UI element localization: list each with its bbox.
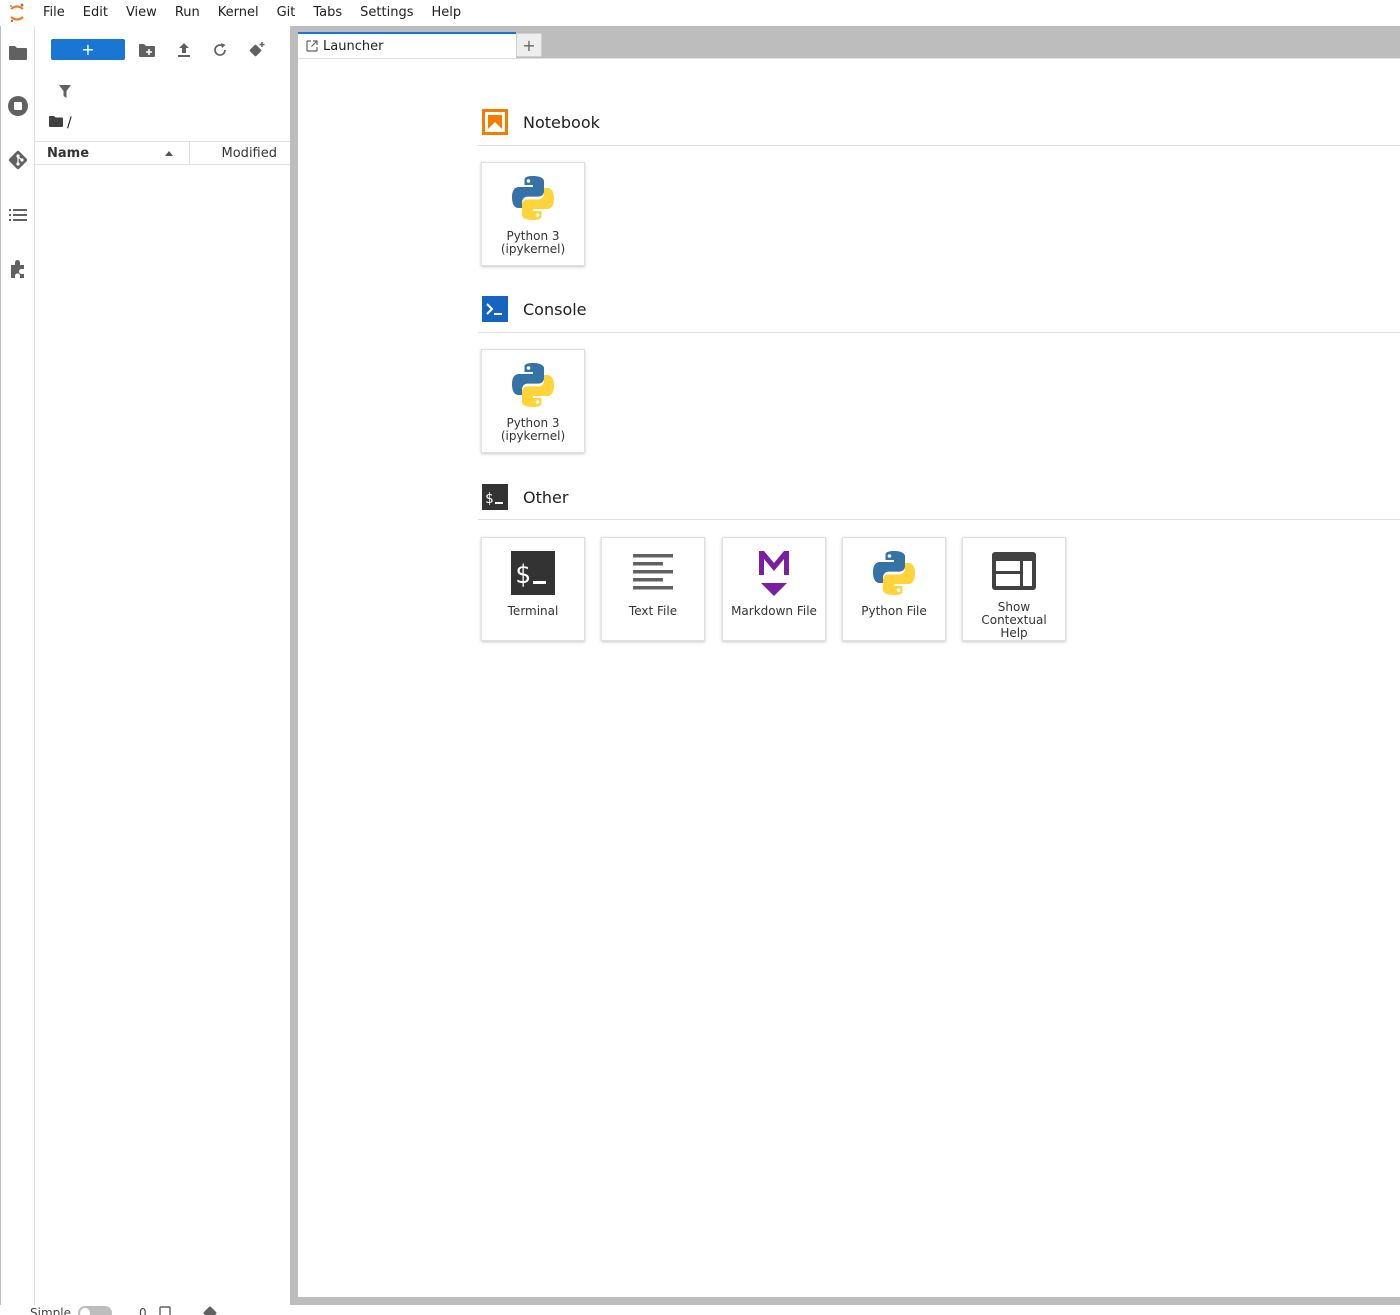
python-file-card[interactable]: Python File	[842, 537, 946, 641]
git-clone-icon[interactable]	[246, 39, 268, 61]
console-python3-card[interactable]: Python 3 (ipykernel)	[481, 349, 585, 453]
panel-splitter[interactable]	[290, 26, 298, 1305]
main-area-bottom-border	[298, 1297, 1400, 1305]
markdown-file-card[interactable]: Markdown File	[722, 537, 826, 641]
column-name-header[interactable]: Name	[47, 146, 89, 161]
menu-bar: File Edit View Run Kernel Git Tabs Setti…	[0, 0, 1400, 26]
menu-kernel[interactable]: Kernel	[209, 0, 268, 26]
left-activity-bar	[0, 26, 35, 1305]
folder-icon[interactable]	[6, 40, 30, 64]
menu-tabs[interactable]: Tabs	[304, 0, 351, 26]
console-section-icon	[481, 295, 509, 323]
menu-run[interactable]: Run	[166, 0, 209, 26]
running-icon[interactable]	[6, 94, 30, 118]
file-browser-toolbar: +	[35, 26, 290, 74]
add-tab-button[interactable]: +	[516, 33, 542, 57]
column-divider	[189, 142, 190, 164]
menu-help[interactable]: Help	[423, 0, 471, 26]
card-label: Text File	[628, 604, 678, 618]
menu-edit[interactable]: Edit	[74, 0, 117, 26]
extension-icon[interactable]	[6, 257, 30, 281]
section-other: $ Other	[481, 479, 1400, 515]
card-label: Markdown File	[731, 604, 817, 618]
launcher-tab-icon	[306, 40, 318, 56]
markdown-icon	[746, 545, 802, 601]
python-logo-icon	[505, 357, 561, 413]
section-title: Notebook	[523, 112, 600, 132]
section-notebook: Notebook	[481, 104, 1400, 140]
notebook-python3-card[interactable]: Python 3 (ipykernel)	[481, 162, 585, 266]
card-label: Python 3 (ipykernel)	[500, 416, 566, 443]
other-section-icon: $	[481, 483, 509, 511]
kernel-count[interactable]: 0	[139, 1305, 147, 1315]
refresh-icon[interactable]	[209, 39, 231, 61]
section-title: Console	[523, 299, 587, 319]
python-logo-icon	[505, 170, 561, 226]
jupyter-logo-icon	[0, 0, 34, 26]
menu-view[interactable]: View	[117, 0, 166, 26]
section-divider	[478, 145, 1400, 146]
kernel-status-icon[interactable]	[158, 1305, 172, 1315]
svg-text:$: $	[485, 491, 493, 507]
breadcrumb-separator[interactable]: /	[67, 115, 72, 131]
column-modified-header[interactable]: Modified	[222, 146, 277, 161]
filter-icon[interactable]	[55, 81, 75, 101]
section-divider	[478, 519, 1400, 520]
section-title: Other	[523, 487, 569, 507]
upload-icon[interactable]	[173, 39, 195, 61]
contextual-help-card[interactable]: Show Contextual Help	[962, 537, 1066, 641]
menu-settings[interactable]: Settings	[351, 0, 422, 26]
new-launcher-button[interactable]: +	[51, 39, 125, 60]
tab-launcher-label: Launcher	[323, 39, 384, 54]
terminal-card[interactable]: $ Terminal	[481, 537, 585, 641]
new-folder-icon[interactable]	[136, 39, 158, 61]
git-status-icon[interactable]	[202, 1305, 218, 1315]
git-icon[interactable]	[6, 148, 30, 172]
status-bar: Simple 0	[0, 1305, 1400, 1315]
text-file-card[interactable]: Text File	[601, 537, 705, 641]
breadcrumb: /	[49, 113, 72, 133]
card-label: Terminal	[507, 604, 559, 618]
text-file-icon	[625, 545, 681, 601]
root-folder-icon[interactable]	[49, 115, 63, 131]
python-logo-icon	[866, 545, 922, 601]
file-list-header: Name Modified	[35, 141, 290, 165]
terminal-icon: $	[505, 545, 561, 601]
contextual-help-icon	[986, 545, 1042, 597]
launcher-panel: Notebook Python 3 (ipykernel) Console Py…	[298, 58, 1400, 1297]
sort-ascending-icon	[165, 151, 173, 156]
svg-text:$: $	[515, 560, 531, 590]
menu-file[interactable]: File	[34, 0, 74, 26]
card-label: Show Contextual Help	[981, 600, 1047, 640]
file-browser-panel: + / Name Modified	[35, 26, 290, 1305]
section-console: Console	[481, 291, 1400, 327]
simple-mode-toggle[interactable]	[78, 1306, 112, 1315]
section-divider	[478, 332, 1400, 333]
card-label: Python 3 (ipykernel)	[500, 229, 566, 256]
menu-git[interactable]: Git	[268, 0, 305, 26]
notebook-section-icon	[481, 108, 509, 136]
main-tab-bar: Launcher +	[298, 26, 1400, 66]
card-label: Python File	[861, 604, 927, 618]
toc-icon[interactable]	[6, 203, 30, 227]
simple-mode-label: Simple	[30, 1306, 71, 1315]
